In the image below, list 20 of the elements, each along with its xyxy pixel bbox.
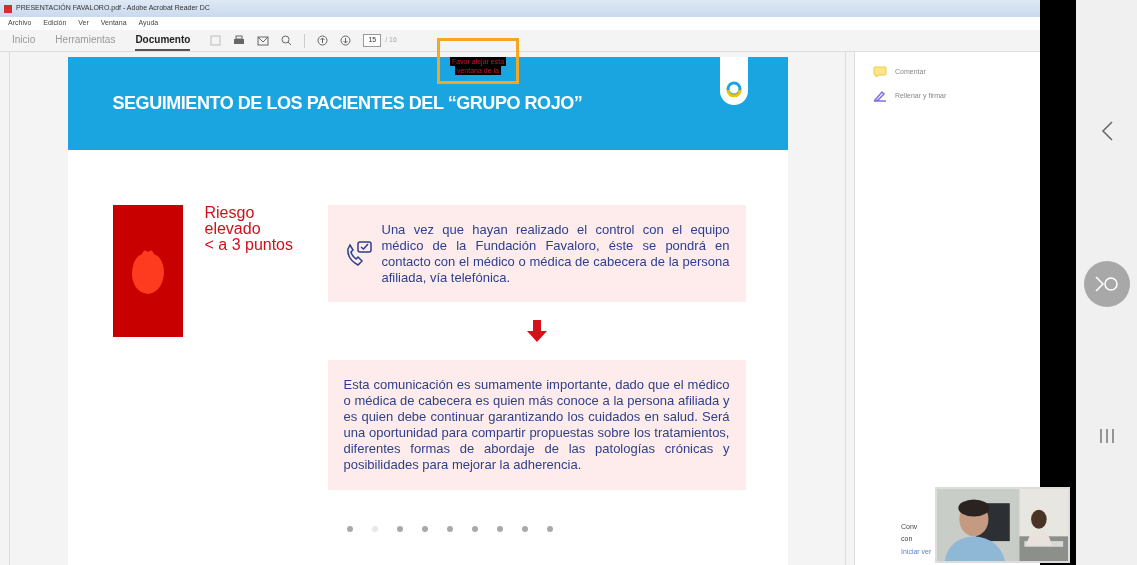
print-icon[interactable]	[233, 35, 246, 46]
app-icon	[4, 4, 12, 13]
slide-title: SEGUIMIENTO DE LOS PACIENTES DEL “GRUPO ROJO”	[112, 92, 583, 115]
logo-icon	[725, 81, 742, 97]
risk-label: < a 3 puntos	[204, 237, 294, 253]
pen-icon	[873, 90, 887, 102]
back-icon[interactable]	[1099, 119, 1114, 142]
pane-splitter[interactable]	[845, 52, 855, 565]
info-text: Una vez que hayan realizado el control con el equipo médico de la Fundación Favaloro, éste se pondrá en contacto con el médico o médica de cabecera de la persona afiliada, vía telefónica.	[381, 221, 730, 286]
save-icon[interactable]	[210, 35, 222, 46]
speech-bubble-icon	[873, 66, 887, 78]
down-arrow-icon	[525, 320, 548, 342]
menu-icon[interactable]	[1097, 427, 1116, 446]
page-up-icon[interactable]	[317, 35, 329, 46]
mail-icon[interactable]	[257, 35, 270, 46]
risk-label: Riesgo	[204, 205, 255, 221]
page-down-icon[interactable]	[340, 35, 352, 46]
search-icon[interactable]	[281, 35, 293, 46]
risk-label: elevado	[204, 221, 262, 237]
info-text: Esta comunicación es sumamente importante, dado que el médico o médica de cabecera es quien más conoce a la persona afiliada y es quien debe continuar garantizando los cuidados en salud. Será una oportunidad para compartir propuestas sobre los tratamientos, diferentes formas de abordaje de las patologías crónicas y posibilidades para mejorar la adherencia.	[343, 377, 730, 473]
